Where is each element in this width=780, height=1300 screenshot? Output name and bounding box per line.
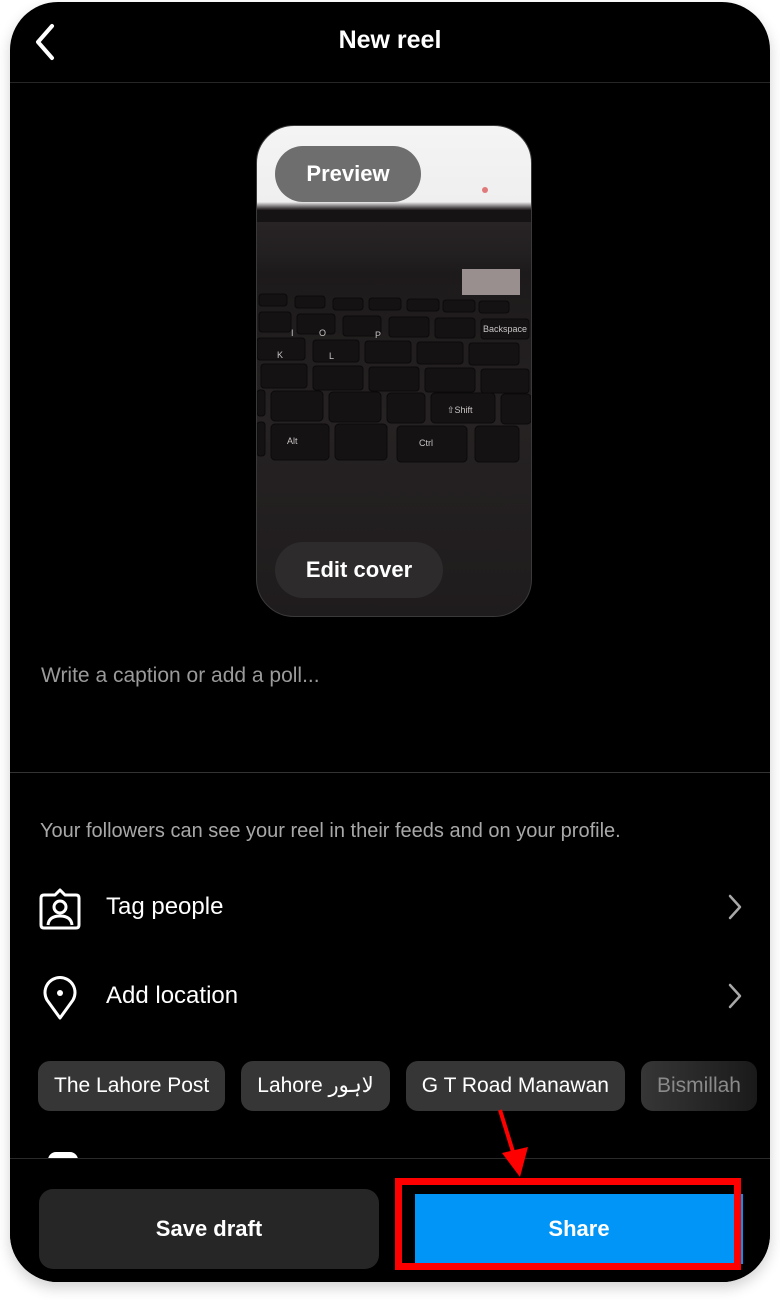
tag-people-row[interactable]: Tag people <box>10 875 770 939</box>
phone-screen: New reel Backspace K L I O P ⇧Shift Alt Ctrl … <box>10 2 770 1282</box>
share-button[interactable]: Share <box>415 1194 743 1264</box>
svg-text:⇧Shift: ⇧Shift <box>447 405 473 415</box>
add-location-row[interactable]: Add location <box>10 964 770 1028</box>
svg-text:K: K <box>277 350 283 360</box>
svg-text:Backspace: Backspace <box>483 324 527 334</box>
svg-text:L: L <box>329 351 334 361</box>
reel-preview-thumbnail[interactable]: Backspace K L I O P ⇧Shift Alt Ctrl Preview E… <box>256 125 532 617</box>
location-pin-icon <box>43 976 77 1020</box>
tag-people-icon <box>39 888 81 930</box>
tag-people-label: Tag people <box>106 893 224 920</box>
location-chip[interactable]: Bismillah <box>640 1061 757 1111</box>
location-suggestions: The Lahore Post Lahore لاہور G T Road Mana… <box>38 1061 770 1111</box>
add-location-label: Add location <box>106 982 239 1009</box>
svg-text:I: I <box>291 328 294 338</box>
svg-text:O: O <box>319 328 326 338</box>
preview-button[interactable]: Preview <box>275 146 421 202</box>
location-chip[interactable]: The Lahore Post <box>38 1061 226 1111</box>
chevron-right-icon <box>728 894 742 920</box>
header: New reel <box>10 2 770 83</box>
edit-cover-button[interactable]: Edit cover <box>275 542 443 598</box>
svg-text:Alt: Alt <box>287 436 298 446</box>
location-chip[interactable]: Lahore لاہور <box>241 1061 390 1111</box>
save-draft-button[interactable]: Save draft <box>39 1189 379 1269</box>
location-chip[interactable]: G T Road Manawan <box>405 1061 625 1111</box>
caption-input[interactable]: Write a caption or add a poll... <box>41 664 741 688</box>
svg-text:Ctrl: Ctrl <box>419 438 433 448</box>
bottom-action-bar: Save draft Share <box>10 1158 770 1282</box>
svg-text:P: P <box>375 330 381 340</box>
divider <box>10 772 770 773</box>
chevron-right-icon <box>728 983 742 1009</box>
page-title: New reel <box>338 26 442 54</box>
audience-info-text: Your followers can see your reel in thei… <box>40 820 621 842</box>
